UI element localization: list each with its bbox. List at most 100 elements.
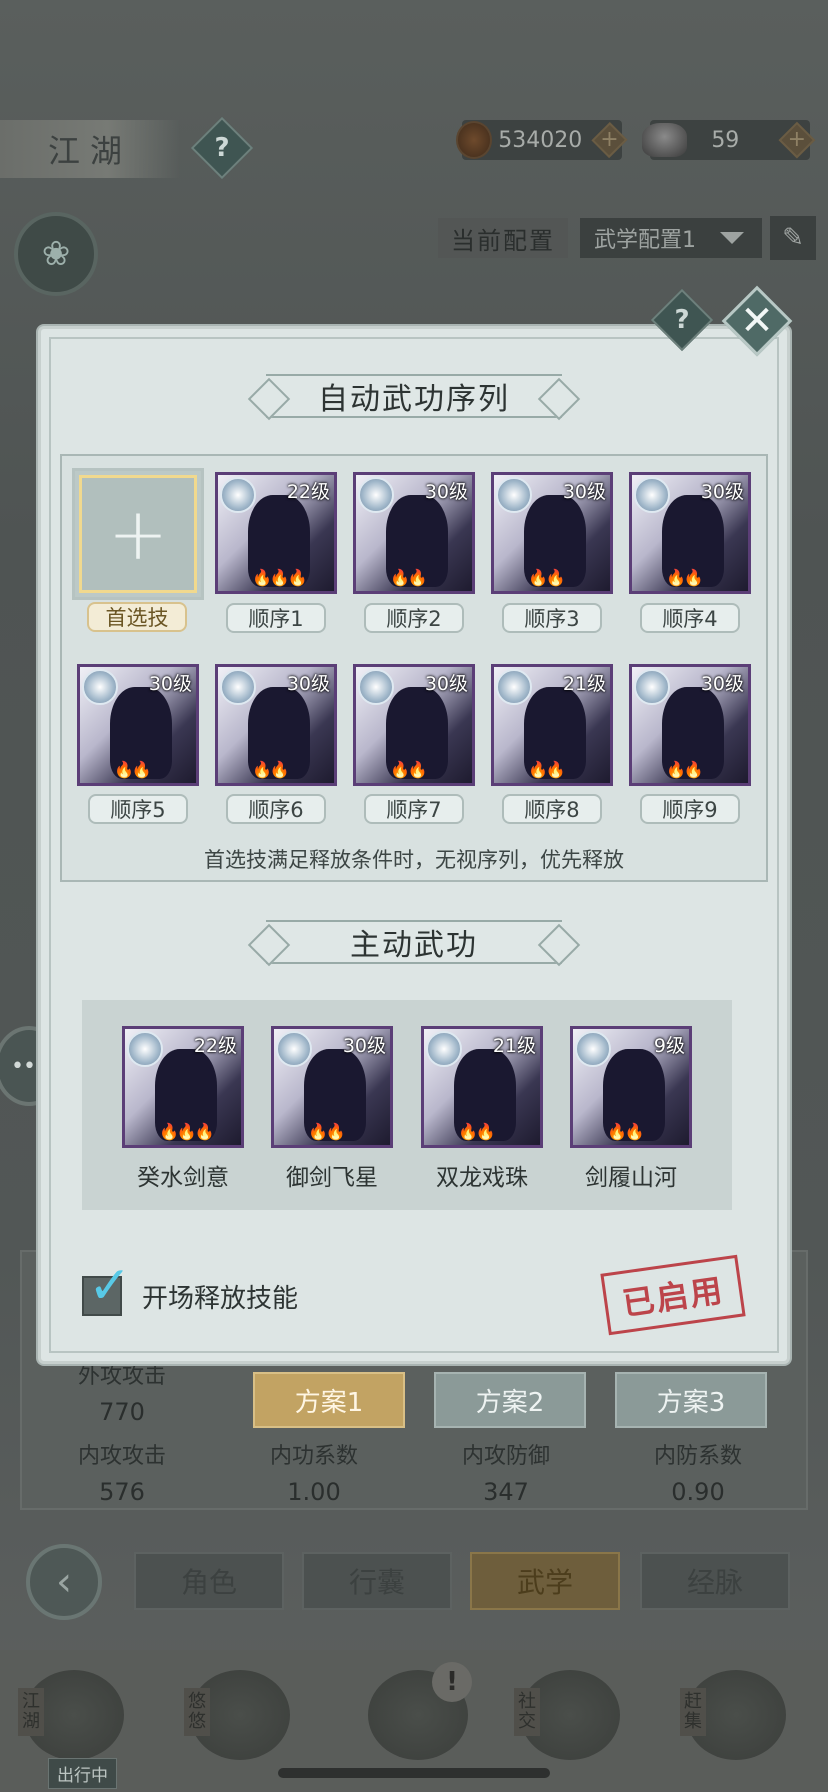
active-skill-3[interactable]: 21级 🔥🔥 — [421, 1026, 543, 1148]
skill-level: 30级 — [424, 673, 468, 695]
sequence-skill-4[interactable]: 30级 🔥🔥 — [629, 472, 751, 594]
skill-level: 22级 — [193, 1035, 237, 1057]
coin-icon — [456, 121, 493, 159]
water-element-icon — [496, 477, 532, 513]
sequence-skill-9[interactable]: 30级 🔥🔥 — [629, 664, 751, 786]
chevron-down-icon — [720, 232, 744, 244]
order-tag: 顺序9 — [640, 794, 740, 824]
sequence-skill-8[interactable]: 21级 🔥🔥 — [491, 664, 613, 786]
flame-icon: 🔥🔥🔥 — [159, 1122, 215, 1141]
tab-meridians[interactable]: 经脉 — [640, 1552, 790, 1610]
skill-level: 30级 — [286, 673, 330, 695]
bottom-item-market[interactable]: 赶集 — [676, 1670, 796, 1780]
sequence-skill-2[interactable]: 30级 🔥🔥 — [353, 472, 475, 594]
order-tag: 顺序3 — [502, 603, 602, 633]
flame-icon: 🔥🔥 — [528, 568, 566, 587]
back-arrow-icon: ‹ — [56, 1559, 72, 1605]
flame-icon: 🔥🔥 — [666, 568, 704, 587]
water-element-icon — [220, 669, 256, 705]
tab-martial-arts[interactable]: 武学 — [470, 1552, 620, 1610]
flame-icon: 🔥🔥 — [390, 760, 428, 779]
sequence-skill-7[interactable]: 30级 🔥🔥 — [353, 664, 475, 786]
plan-3-button[interactable]: 方案3 — [615, 1372, 767, 1428]
active-section-title: 主动武功 — [266, 920, 562, 964]
flame-icon: 🔥🔥 — [607, 1122, 645, 1141]
plan-2-button[interactable]: 方案2 — [434, 1372, 586, 1428]
sequence-hint: 首选技满足释放条件时，无视序列，优先释放 — [204, 848, 624, 872]
water-element-icon — [276, 1031, 312, 1067]
lotus-button[interactable]: ❀ — [14, 212, 98, 296]
sequence-skill-6[interactable]: 30级 🔥🔥 — [215, 664, 337, 786]
coin-counter: 534020 + — [456, 120, 628, 160]
active-skill-name: 癸水剑意 — [137, 1165, 229, 1191]
skill-level: 21级 — [562, 673, 606, 695]
help-icon: ? — [674, 305, 690, 335]
active-skill-4[interactable]: 9级 🔥🔥 — [570, 1026, 692, 1148]
flame-icon: 🔥🔥 — [114, 760, 152, 779]
order-tag: 顺序2 — [364, 603, 464, 633]
flame-icon: 🔥🔥 — [390, 568, 428, 587]
water-element-icon — [496, 669, 532, 705]
sequence-skill-1[interactable]: 22级 🔥🔥🔥 — [215, 472, 337, 594]
bottom-item-jianghu[interactable]: 江湖 出行中 — [14, 1670, 134, 1789]
status-badge: 出行中 — [48, 1758, 117, 1789]
plan-1-button[interactable]: 方案1 — [253, 1372, 405, 1428]
stat-inner-coefficient: 内功系数 1.00 — [269, 1444, 358, 1506]
order-tag: 顺序1 — [226, 603, 326, 633]
skill-level: 22级 — [286, 481, 330, 503]
sequence-skill-5[interactable]: 30级 🔥🔥 — [77, 664, 199, 786]
flame-icon: 🔥🔥 — [308, 1122, 346, 1141]
scene-help-button[interactable]: ? — [190, 116, 254, 180]
silver-ingot-icon — [642, 123, 688, 157]
skill-level: 30级 — [342, 1035, 386, 1057]
sequence-skill-3[interactable]: 30级 🔥🔥 — [491, 472, 613, 594]
skill-level: 9级 — [653, 1035, 685, 1057]
preferred-skill-slot[interactable]: + — [72, 468, 204, 600]
stat-inner-attack: 内攻攻击 576 — [77, 1444, 166, 1506]
water-element-icon — [82, 669, 118, 705]
flame-icon: 🔥🔥🔥 — [252, 568, 308, 587]
flame-icon: 🔥🔥 — [666, 760, 704, 779]
edit-config-button[interactable]: ✎ — [770, 216, 816, 260]
config-select-value: 武学配置1 — [594, 228, 696, 253]
pencil-icon: ✎ — [782, 223, 804, 253]
water-element-icon — [634, 477, 670, 513]
active-skill-2[interactable]: 30级 🔥🔥 — [271, 1026, 393, 1148]
preferred-skill-label: 首选技 — [87, 602, 187, 632]
tab-character[interactable]: 角色 — [134, 1552, 284, 1610]
skill-level: 30级 — [424, 481, 468, 503]
order-tag: 顺序7 — [364, 794, 464, 824]
flame-icon: 🔥🔥 — [458, 1122, 496, 1141]
active-skill-name: 御剑飞星 — [286, 1165, 378, 1191]
skill-level: 30级 — [562, 481, 606, 503]
help-icon: ? — [214, 133, 230, 163]
bottom-item-youyou[interactable]: 悠悠 — [180, 1670, 300, 1780]
water-element-icon — [358, 669, 394, 705]
coin-amount: 534020 — [498, 127, 583, 153]
skill-level: 30级 — [700, 481, 744, 503]
add-coins-button[interactable]: + — [591, 122, 628, 158]
close-icon: ✕ — [740, 298, 774, 344]
stat-defense-coefficient: 内防系数 0.90 — [653, 1444, 742, 1506]
water-element-icon — [426, 1031, 462, 1067]
top-bar: 江湖 ? 534020 + 59 + — [0, 112, 828, 182]
stat-value: 770 — [99, 1398, 145, 1426]
notification-badge: ! — [432, 1662, 472, 1702]
opening-skill-label: 开场释放技能 — [142, 1284, 299, 1314]
order-tag: 顺序8 — [502, 794, 602, 824]
bottom-item-social[interactable]: 社交 — [510, 1670, 630, 1780]
active-skill-1[interactable]: 22级 🔥🔥🔥 — [122, 1026, 244, 1148]
add-ingots-button[interactable]: + — [778, 121, 816, 159]
sequence-section-title: 自动武功序列 — [266, 374, 562, 418]
scene-title: 江湖 — [0, 120, 180, 178]
stat-inner-defense: 内攻防御 347 — [461, 1444, 550, 1506]
config-select[interactable]: 武学配置1 — [580, 218, 762, 258]
water-element-icon — [634, 669, 670, 705]
current-config-label: 当前配置 — [438, 218, 568, 258]
tab-inventory[interactable]: 行囊 — [302, 1552, 452, 1610]
order-tag: 顺序6 — [226, 794, 326, 824]
water-element-icon — [127, 1031, 163, 1067]
flame-icon: 🔥🔥 — [252, 760, 290, 779]
back-button[interactable]: ‹ — [26, 1544, 102, 1620]
water-element-icon — [575, 1031, 611, 1067]
